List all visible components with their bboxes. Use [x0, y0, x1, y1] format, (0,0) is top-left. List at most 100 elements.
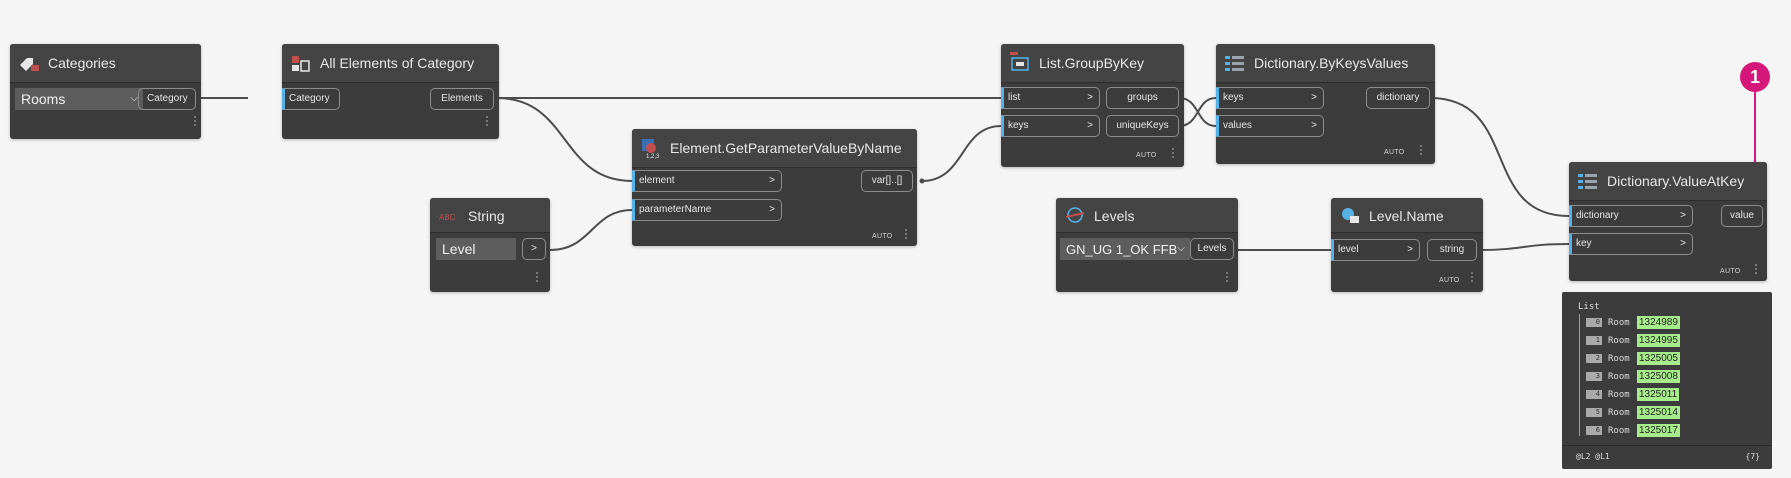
- input-port-key[interactable]: key >: [1569, 233, 1693, 255]
- input-port-keys[interactable]: keys >: [1216, 87, 1324, 109]
- output-port-var[interactable]: var[]..[]: [861, 170, 913, 192]
- wire-string-parametername: [549, 209, 633, 251]
- list-item: 1 Room 1324995: [1562, 334, 1772, 348]
- output-port-levels[interactable]: Levels: [1190, 238, 1234, 260]
- output-port-string[interactable]: >: [522, 238, 546, 260]
- list-index: 0: [1586, 318, 1602, 327]
- preview-levels: @L2 @L1: [1576, 452, 1610, 461]
- node-menu-dots-icon[interactable]: [486, 116, 489, 128]
- levels-dropdown[interactable]: GN_UG 1_OK FFB ⌵: [1060, 238, 1190, 260]
- port-arrow: >: [769, 175, 775, 186]
- lacing-label: AUTO: [872, 233, 893, 240]
- port-arrow: >: [1680, 238, 1686, 249]
- output-port-uniquekeys[interactable]: uniqueKeys: [1106, 115, 1179, 137]
- node-title: Categories: [48, 55, 116, 71]
- lacing-label: AUTO: [1384, 149, 1405, 156]
- node-categories[interactable]: Categories Rooms ⌵ Category: [10, 44, 201, 139]
- node-title: Level.Name: [1369, 208, 1444, 224]
- port-arrow: >: [1407, 244, 1413, 255]
- list-item-label: Room: [1608, 354, 1630, 364]
- node-string[interactable]: ABC String Level >: [430, 198, 550, 292]
- parameter-icon: 1,2,3: [640, 137, 662, 160]
- levels-icon: [1064, 205, 1086, 225]
- port-arrow: >: [1087, 120, 1093, 131]
- port-label: key: [1576, 238, 1592, 249]
- wire-string-key: [1477, 243, 1570, 251]
- node-title: Element.GetParameterValueByName: [670, 140, 902, 156]
- node-menu-dots-icon[interactable]: [194, 116, 197, 128]
- string-value-input[interactable]: Level: [436, 238, 516, 260]
- node-all-elements-of-category[interactable]: All Elements of Category Category Elemen…: [282, 44, 499, 139]
- dictionary-icon: [1577, 171, 1599, 191]
- watch-preview[interactable]: List 0 Room 1324989 1 Room 1324995 2 Roo…: [1562, 292, 1772, 469]
- node-dictionary-value-at-key[interactable]: Dictionary.ValueAtKey dictionary > key > v…: [1569, 162, 1767, 281]
- node-levels[interactable]: Levels GN_UG 1_OK FFB ⌵ Levels: [1056, 198, 1238, 292]
- port-arrow: >: [1087, 92, 1093, 103]
- output-port-string[interactable]: string: [1427, 239, 1477, 261]
- list-item-label: Room: [1608, 336, 1630, 346]
- port-label: list: [1008, 92, 1021, 103]
- svg-text:1,2,3: 1,2,3: [646, 154, 660, 159]
- list-item-value: 1324989: [1637, 316, 1680, 329]
- input-port-parametername[interactable]: parameterName >: [632, 199, 782, 221]
- preview-header: List: [1578, 302, 1600, 312]
- node-menu-dots-icon[interactable]: [1420, 145, 1423, 157]
- node-dictionary-by-keys-values[interactable]: Dictionary.ByKeysValues keys > values > di…: [1216, 44, 1435, 164]
- port-label: keys: [1008, 120, 1029, 131]
- list-item: 5 Room 1325014: [1562, 406, 1772, 420]
- lacing-label: AUTO: [1720, 268, 1741, 275]
- list-item-value: 1325014: [1637, 406, 1680, 419]
- output-port-elements[interactable]: Elements: [430, 88, 494, 110]
- list-item-label: Room: [1608, 372, 1630, 382]
- list-item-value: 1325008: [1637, 370, 1680, 383]
- category-dropdown[interactable]: Rooms ⌵: [15, 88, 143, 110]
- input-port-values[interactable]: values >: [1216, 115, 1324, 137]
- category-icon: [18, 53, 40, 73]
- node-menu-dots-icon[interactable]: [536, 272, 539, 284]
- port-arrow: >: [769, 204, 775, 215]
- output-port-groups[interactable]: groups: [1106, 87, 1179, 109]
- list-item-label: Room: [1608, 426, 1630, 436]
- node-level-name[interactable]: Level.Name level > string AUTO: [1331, 198, 1483, 292]
- output-port-dictionary[interactable]: dictionary: [1366, 87, 1430, 109]
- output-port-value[interactable]: value: [1721, 205, 1763, 227]
- preview-count: {7}: [1745, 452, 1760, 461]
- string-icon: ABC: [438, 207, 460, 227]
- list-index: 4: [1586, 390, 1602, 399]
- input-port-dictionary[interactable]: dictionary >: [1569, 205, 1693, 227]
- list-item: 4 Room 1325011: [1562, 388, 1772, 402]
- list-index: 2: [1586, 354, 1602, 363]
- port-label: parameterName: [639, 204, 712, 215]
- list-icon: [1009, 50, 1031, 71]
- input-port-keys[interactable]: keys >: [1001, 115, 1100, 137]
- dropdown-value: GN_UG 1_OK FFB: [1066, 242, 1178, 257]
- port-label: dictionary: [1576, 210, 1619, 221]
- node-get-parameter-value-by-name[interactable]: 1,2,3 Element.GetParameterValueByName el…: [632, 129, 917, 246]
- lacing-label: AUTO: [1439, 277, 1460, 284]
- list-item: 3 Room 1325008: [1562, 370, 1772, 384]
- node-title: Dictionary.ByKeysValues: [1254, 55, 1409, 71]
- input-port-category[interactable]: Category: [282, 88, 340, 110]
- node-menu-dots-icon[interactable]: [905, 229, 908, 241]
- input-port-list[interactable]: list >: [1001, 87, 1100, 109]
- list-index: 3: [1586, 372, 1602, 381]
- output-port-category[interactable]: Category: [138, 88, 196, 110]
- lacing-label: AUTO: [1136, 152, 1157, 159]
- list-index: 1: [1586, 336, 1602, 345]
- dropdown-value: Rooms: [21, 91, 66, 107]
- list-item: 0 Room 1324989: [1562, 316, 1772, 330]
- node-list-group-by-key[interactable]: List.GroupByKey list > keys > groups uniqu…: [1001, 44, 1184, 167]
- wire-end: [919, 178, 925, 184]
- node-menu-dots-icon[interactable]: [1172, 148, 1175, 160]
- node-menu-dots-icon[interactable]: [1755, 264, 1758, 276]
- chevron-down-icon: ⌵: [130, 93, 138, 104]
- input-port-element[interactable]: element >: [632, 170, 782, 192]
- node-menu-dots-icon[interactable]: [1226, 272, 1229, 284]
- port-label: values: [1223, 120, 1252, 131]
- input-port-level[interactable]: level >: [1331, 239, 1420, 261]
- wire-var-keys: [921, 125, 1002, 182]
- list-index: 5: [1586, 408, 1602, 417]
- port-label: level: [1338, 244, 1359, 255]
- node-menu-dots-icon[interactable]: [1471, 272, 1474, 284]
- preview-divider: [1562, 445, 1772, 446]
